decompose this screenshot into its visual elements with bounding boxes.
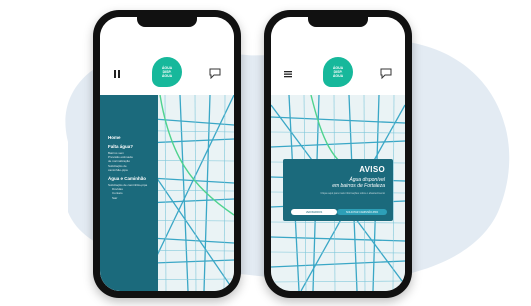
phone-notch: [308, 17, 368, 27]
navigation-drawer: Home Falta água? Bairros sem Previsão es…: [100, 95, 158, 291]
drawer-section-falta-agua[interactable]: Falta água?: [108, 144, 152, 149]
app-logo: ÁGUA DISP. ÁGUA: [152, 57, 182, 87]
phone-screen-right: ÁGUA DISP. ÁGUA AVISO Água disponível em…: [271, 17, 405, 291]
drawer-section-agua-caminhao[interactable]: Água e Caminhão: [108, 176, 152, 181]
request-truck-button[interactable]: SOLICITAR CAMINHÃO-PIPA: [337, 209, 387, 215]
chat-icon[interactable]: [379, 67, 393, 79]
phone-notch: [137, 17, 197, 27]
logo-text: ÁGUA: [332, 74, 344, 78]
stage: ÁGUA DISP. ÁGUA Home Falta água? Bairros…: [0, 0, 531, 306]
phone-left: ÁGUA DISP. ÁGUA Home Falta água? Bairros…: [93, 10, 241, 298]
phone-screen-left: ÁGUA DISP. ÁGUA Home Falta água? Bairros…: [100, 17, 234, 291]
drawer-item[interactable]: caminhão-pipa: [108, 168, 152, 172]
modal-title: AVISO: [359, 165, 385, 174]
phone-right: ÁGUA DISP. ÁGUA AVISO Água disponível em…: [264, 10, 412, 298]
modal-message-line2: em bairros de Fortaleza: [332, 183, 385, 189]
app-bar: ÁGUA DISP. ÁGUA: [271, 17, 405, 95]
logo-text: ÁGUA: [161, 74, 173, 78]
modal-hint: Clique aqui para mais informações sobre …: [320, 192, 385, 195]
menu-icon[interactable]: [283, 69, 293, 79]
chat-icon[interactable]: [208, 67, 222, 79]
pause-icon[interactable]: [112, 69, 122, 79]
drawer-section-home[interactable]: Home: [108, 135, 152, 140]
view-neighborhoods-button[interactable]: VER BAIRROS: [291, 209, 338, 215]
drawer-item[interactable]: Sair: [108, 196, 152, 200]
app-bar: ÁGUA DISP. ÁGUA: [100, 17, 234, 95]
app-logo: ÁGUA DISP. ÁGUA: [323, 57, 353, 87]
aviso-modal: AVISO Água disponível em bairros de Fort…: [283, 159, 393, 221]
modal-buttons: VER BAIRROS SOLICITAR CAMINHÃO-PIPA: [291, 209, 387, 215]
